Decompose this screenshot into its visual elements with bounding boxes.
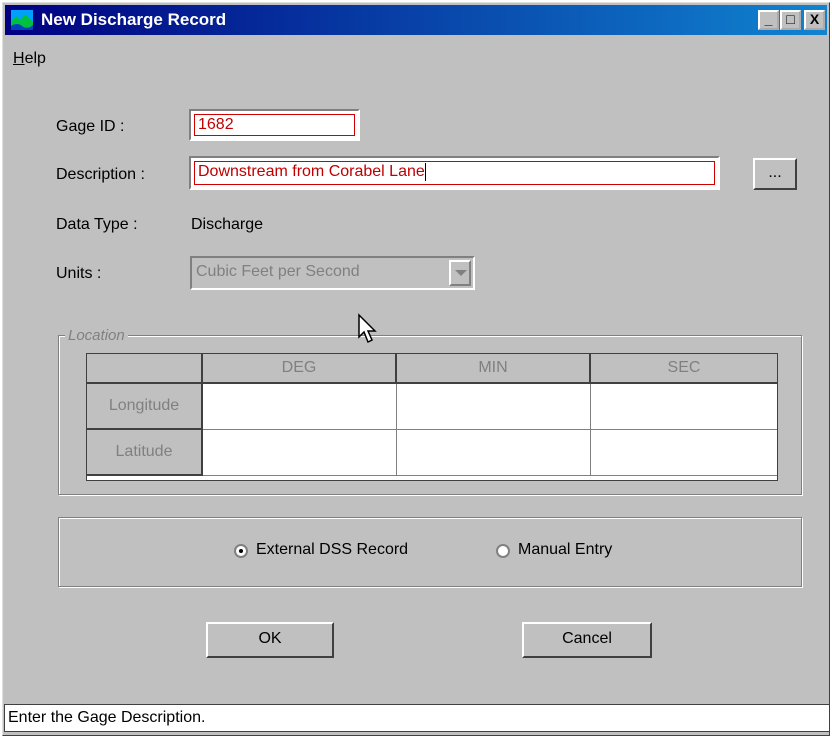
latitude-min-cell[interactable]: [397, 430, 591, 476]
row-header-latitude: Latitude: [87, 430, 203, 476]
latitude-sec-cell[interactable]: [591, 430, 777, 476]
maximize-icon: □: [786, 11, 795, 27]
cancel-button[interactable]: Cancel: [522, 622, 652, 658]
description-field[interactable]: Downstream from Corabel Lane: [189, 156, 720, 190]
chevron-down-icon: [449, 260, 471, 286]
units-dropdown: Cubic Feet per Second: [190, 256, 475, 290]
longitude-min-cell[interactable]: [397, 384, 591, 430]
latitude-deg-cell[interactable]: [203, 430, 397, 476]
longitude-sec-cell[interactable]: [591, 384, 777, 430]
ok-button[interactable]: OK: [206, 622, 334, 658]
title-bar[interactable]: New Discharge Record _ □ X: [5, 5, 827, 35]
close-icon: X: [809, 11, 820, 27]
radio-button-checked[interactable]: [234, 544, 248, 558]
description-value: Downstream from Corabel Lane: [194, 161, 715, 185]
gage-id-value: 1682: [194, 114, 355, 136]
location-legend: Location: [65, 327, 128, 344]
status-bar: Enter the Gage Description.: [4, 704, 830, 732]
browse-button[interactable]: ...: [753, 158, 797, 190]
menu-help[interactable]: Help: [13, 50, 46, 68]
minimize-button[interactable]: _: [758, 10, 779, 30]
radio-button-unchecked[interactable]: [496, 544, 510, 558]
maximize-button[interactable]: □: [780, 10, 801, 30]
gage-id-label: Gage ID :: [56, 118, 125, 135]
grid-corner: [87, 354, 203, 384]
radio-label-external-dss: External DSS Record: [256, 541, 409, 558]
source-radio-group: [58, 517, 802, 587]
location-grid: DEG MIN SEC Longitude Latitude: [86, 353, 778, 481]
description-label: Description :: [56, 166, 145, 183]
row-header-longitude: Longitude: [87, 384, 203, 430]
gage-id-field[interactable]: 1682: [189, 109, 360, 141]
column-header-min: MIN: [397, 354, 591, 384]
text-caret: [424, 162, 426, 181]
data-type-label: Data Type :: [56, 216, 138, 233]
longitude-deg-cell[interactable]: [203, 384, 397, 430]
minimize-icon: _: [764, 11, 773, 27]
radio-label-manual-entry: Manual Entry: [518, 541, 613, 558]
units-value: Cubic Feet per Second: [196, 263, 360, 280]
close-button[interactable]: X: [804, 10, 825, 30]
units-label: Units :: [56, 265, 102, 282]
dialog-window: New Discharge Record _ □ X Help Gage ID …: [2, 2, 830, 736]
menu-bar: Help: [5, 37, 827, 68]
mouse-cursor-icon: [358, 313, 377, 344]
data-type-value: Discharge: [191, 216, 264, 233]
window-title: New Discharge Record: [41, 10, 227, 29]
column-header-sec: SEC: [591, 354, 777, 384]
app-icon: [11, 10, 33, 30]
column-header-deg: DEG: [203, 354, 397, 384]
